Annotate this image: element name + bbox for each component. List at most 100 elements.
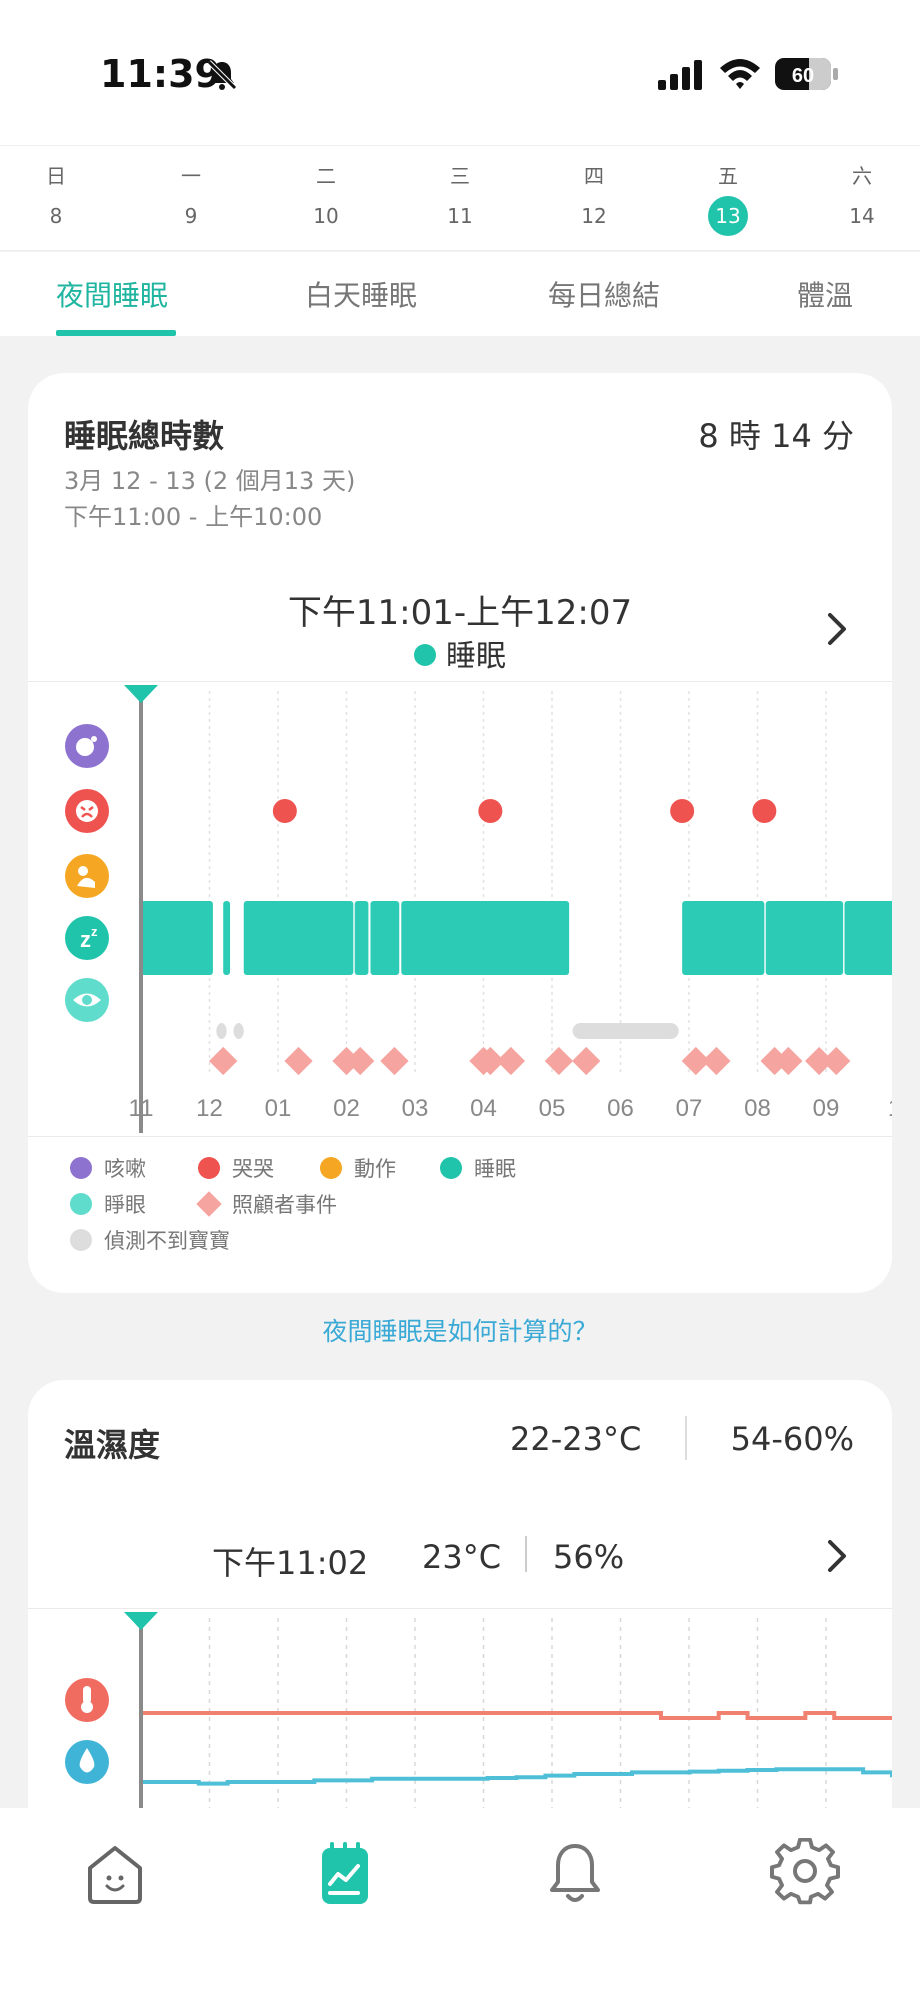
cry-icon (65, 789, 109, 833)
sleep-time-range: 下午11:00 - 上午10:00 (64, 503, 323, 531)
x-tick-label: 12 (196, 1095, 223, 1122)
sleep-bar (223, 901, 231, 975)
thermometer-icon (65, 1678, 109, 1722)
x-tick-label: 04 (470, 1095, 497, 1122)
sleep-bar (765, 901, 844, 975)
motion-head (78, 866, 88, 876)
legend-swatch (320, 1157, 342, 1179)
thermometer-bulb (81, 1701, 93, 1713)
legend-label: 咳嗽 (104, 1157, 146, 1181)
caregiver-event-marker (544, 1046, 573, 1076)
time-cursor-handle (124, 1612, 158, 1630)
selected-state: 睡眠 (28, 631, 892, 675)
silent-bell-icon (207, 60, 237, 90)
temp-range: 22-23°C (510, 1420, 642, 1458)
cell-signal-icon (658, 60, 702, 90)
tab-temperature[interactable]: 體溫 (797, 274, 853, 314)
cry-event-dot (478, 799, 503, 823)
x-tick-label: 1 (888, 1095, 892, 1122)
legend-label: 睜眼 (104, 1193, 146, 1217)
settings-gear-icon[interactable] (770, 1838, 840, 1908)
sleep-total: 8 時 14 分 (698, 417, 854, 455)
day-number: 10 (313, 204, 339, 228)
legend-sleep: 睡眠 (440, 1153, 516, 1183)
sleep-bar (682, 901, 765, 975)
tab-bar: 夜間睡眠 白天睡眠 每日總結 體溫 (0, 252, 920, 336)
caregiver-event-marker (496, 1046, 526, 1076)
day-number: 11 (447, 204, 473, 228)
legend-label: 照顧者事件 (232, 1193, 337, 1217)
home-icon[interactable] (80, 1838, 150, 1908)
sleep-z: z (80, 927, 91, 952)
day-number: 12 (581, 204, 607, 228)
day-tue[interactable]: 二 10 (286, 146, 366, 252)
eye-icon (65, 978, 109, 1022)
divider (28, 1608, 892, 1609)
humidity-line (141, 1767, 892, 1786)
cough-face (76, 738, 94, 756)
how-calculated-link[interactable]: 夜間睡眠是如何計算的？ (0, 1312, 920, 1348)
legend-swatch (70, 1193, 92, 1215)
day-thu[interactable]: 四 12 (554, 146, 634, 252)
sleep-card: 睡眠總時數 8 時 14 分 3月 12 - 13 (2 個月13 天) 下午1… (28, 373, 892, 1293)
humidity-range: 54-60% (730, 1420, 854, 1458)
day-fri[interactable]: 五 13 (688, 146, 768, 252)
no-baby-bar (233, 1023, 244, 1039)
x-tick-label: 06 (607, 1095, 634, 1122)
wifi-icon (720, 59, 760, 89)
legend-swatch (198, 1157, 220, 1179)
day-wed[interactable]: 三 11 (420, 146, 500, 252)
day-name: 六 (852, 164, 872, 188)
env-selected-time: 下午11:02 (212, 1544, 369, 1582)
separator (525, 1536, 527, 1572)
sleep-card-title: 睡眠總時數 (64, 417, 225, 455)
report-icon[interactable] (310, 1838, 380, 1908)
cry-face (76, 800, 98, 822)
selected-state-label: 睡眠 (446, 639, 506, 674)
no-baby-bar (216, 1023, 227, 1039)
sleep-date-range: 3月 12 - 13 (2 個月13 天) (64, 467, 356, 495)
day-sat[interactable]: 六 14 (822, 146, 902, 252)
sleep-bar (243, 901, 354, 975)
tab-day-sleep[interactable]: 白天睡眠 (305, 274, 417, 314)
sleep-bar (401, 901, 570, 975)
legend-swatch (440, 1157, 462, 1179)
tab-daily-summary[interactable]: 每日總結 (548, 274, 660, 314)
caregiver-event-marker (702, 1046, 731, 1076)
sleep-icon: zz (65, 916, 109, 960)
x-tick-label: 02 (333, 1095, 360, 1122)
eye-pupil (82, 995, 92, 1005)
separator (685, 1416, 687, 1460)
sleep-bar (354, 901, 369, 975)
legend-label: 動作 (354, 1157, 396, 1181)
temperature-line (141, 1711, 892, 1720)
caregiver-event-marker (380, 1046, 409, 1076)
divider (28, 681, 892, 682)
notification-bell-icon[interactable] (540, 1838, 610, 1908)
svg-text:60: 60 (792, 65, 814, 87)
day-name: 一 (181, 164, 201, 188)
legend-label: 偵測不到寶寶 (104, 1229, 230, 1253)
day-sun[interactable]: 日8 (16, 146, 96, 252)
legend-swatch (70, 1229, 92, 1251)
day-mon[interactable]: 一9 (151, 146, 231, 252)
x-tick-label: 01 (265, 1095, 292, 1122)
sleep-timeline-chart[interactable]: zz11120102030405060708091 (28, 683, 892, 1133)
cry-event-dot (272, 799, 297, 823)
sleep-bar (370, 901, 400, 975)
sleep-bar (141, 901, 213, 975)
caregiver-event-marker (209, 1046, 238, 1076)
tab-night-sleep[interactable]: 夜間睡眠 (56, 274, 168, 314)
env-selected-temp: 23°C (422, 1538, 502, 1576)
day-number: 14 (849, 204, 875, 228)
x-tick-label: 03 (402, 1095, 429, 1122)
legend-awake: 睜眼 (70, 1189, 146, 1219)
caregiver-event-marker (284, 1046, 313, 1076)
selected-time: 下午11:01-上午12:07 (287, 593, 633, 633)
legend-no-baby: 偵測不到寶寶 (70, 1225, 230, 1255)
temp-humidity-chart[interactable] (28, 1610, 892, 1810)
status-bar: 11:39 60 (0, 0, 920, 145)
chevron-right-icon[interactable] (822, 1536, 852, 1576)
chevron-right-icon[interactable] (822, 609, 852, 649)
x-tick-label: 05 (539, 1095, 566, 1122)
